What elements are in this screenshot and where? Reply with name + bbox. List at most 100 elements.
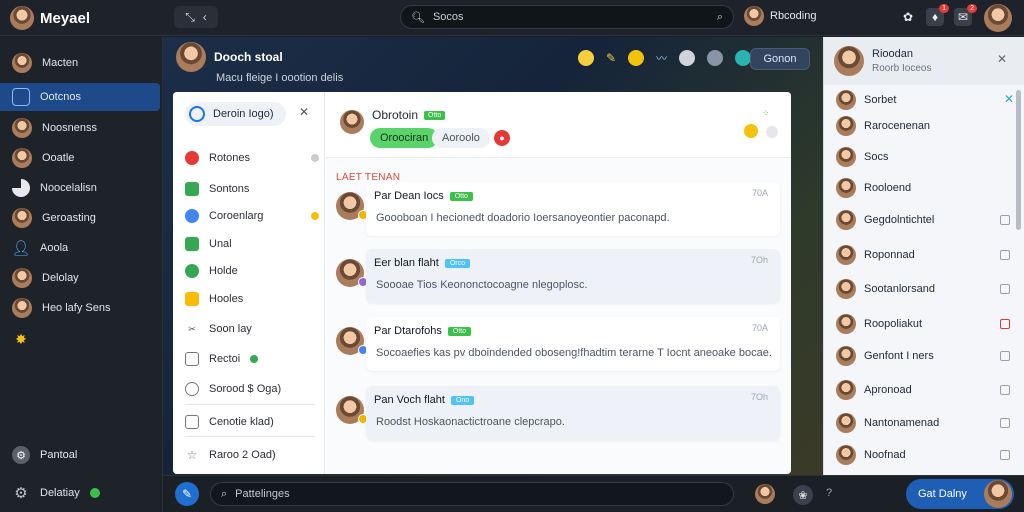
sidebar-item-ooatle[interactable]: Ooatle	[0, 144, 163, 172]
help-icon[interactable]: ?	[826, 487, 832, 499]
pin-icon[interactable]: ✎	[606, 51, 616, 65]
members-panel: Rioodan Roorb Ioceos ✕ Sorbet ✕ Rarocenen…	[823, 37, 1024, 475]
menu-item-holde[interactable]: Holde	[185, 260, 319, 282]
sidebar-item-heo-lafy-sens[interactable]: Heo lafy Sens	[0, 294, 163, 322]
member-row[interactable]: Nantonamenad	[836, 412, 1016, 434]
message-item[interactable]: Pan Voch flaht Ono 7Oh Roodst Hoskaonacti…	[336, 386, 782, 440]
member-row[interactable]: Sootanlorsand	[836, 278, 1016, 300]
sidebar-toggle-button[interactable]: ⤡ ‹	[174, 6, 218, 28]
search-submit-icon[interactable]: ⌕	[717, 11, 723, 24]
app-logo[interactable]: Meyael	[10, 6, 90, 30]
member-row[interactable]: Rarocenenan	[836, 115, 1016, 137]
message-item[interactable]: Par Dean Iocs Otto 70A Goooboan I hecione…	[336, 182, 782, 236]
sidebar-item-delatiay[interactable]: ⚙ Delatiay	[0, 479, 163, 507]
member-checkbox[interactable]	[1000, 418, 1010, 428]
attach-button[interactable]: ✎	[175, 482, 199, 506]
channel-title: Dooch stoal	[214, 50, 283, 64]
member-checkbox[interactable]	[1000, 385, 1010, 395]
notification-badge: 1	[939, 4, 949, 13]
member-row[interactable]: Roopoliakut	[836, 313, 1016, 335]
member-checkbox[interactable]	[1000, 284, 1010, 294]
close-icon[interactable]: ✕	[299, 105, 309, 119]
get-button[interactable]: Gat Dalny	[906, 479, 1014, 509]
menu-item-coroenlarg[interactable]: Coroenlarg	[185, 205, 319, 227]
member-checkbox[interactable]	[1000, 450, 1010, 460]
member-checkbox[interactable]	[1000, 250, 1010, 260]
settings-icon[interactable]: ✿	[899, 8, 917, 26]
menu-item-unal[interactable]: Unal	[185, 233, 319, 255]
sidebar-item-noocelalisn[interactable]: Noocelalisn	[0, 174, 163, 202]
app-title: Meyael	[40, 9, 91, 27]
clock-icon[interactable]	[679, 50, 696, 66]
sidebar-item-pantoal[interactable]: ⚙ Pantoal	[0, 441, 163, 469]
sidebar-item-geroasting[interactable]: Geroasting	[0, 204, 163, 232]
composer-avatar[interactable]	[755, 484, 775, 504]
message-item[interactable]: Eer blan flaht Orco 7Oh Soooae Tios Keono…	[336, 249, 782, 303]
wave-icon[interactable]: 〰	[656, 50, 667, 66]
user-name: Rbcoding	[770, 10, 817, 22]
menu-item-rotones[interactable]: Rotones	[185, 147, 319, 169]
gen-button[interactable]: Gonon	[750, 48, 810, 70]
menu-item-cenotie[interactable]: Cenotie klad)	[185, 411, 319, 433]
menu-item-rectoi[interactable]: Rectoi	[185, 348, 319, 370]
active-pill[interactable]: Oroociran	[370, 128, 439, 148]
panel-avatar[interactable]	[834, 46, 864, 76]
user-menu[interactable]: Rbcoding	[744, 6, 816, 26]
messages-icon[interactable]: ✉ 2	[954, 4, 977, 26]
leaf-icon[interactable]	[735, 50, 752, 66]
inactive-pill[interactable]: Aoroolo	[432, 128, 490, 148]
member-row[interactable]: Socs	[836, 146, 1016, 168]
member-row[interactable]: Apronoad	[836, 379, 1016, 401]
member-avatar	[836, 147, 856, 167]
member-row[interactable]: Gegdolntichtel	[836, 209, 1016, 231]
author-name: Par Dtarofohs	[374, 325, 442, 337]
member-row[interactable]: Sorbet ✕	[836, 89, 1016, 111]
close-icon[interactable]: ✕	[1004, 92, 1014, 106]
menu-item-sorood[interactable]: Sorood $ Oga)	[185, 378, 319, 400]
member-avatar	[836, 279, 856, 299]
sidebar-item-macten[interactable]: Macten	[0, 49, 163, 77]
author-name: Eer blan flaht	[374, 257, 439, 269]
member-row[interactable]: Roponnad	[836, 244, 1016, 266]
more-icon[interactable]	[766, 126, 778, 138]
modal-tab[interactable]: Deroin Iogo)	[185, 102, 286, 126]
reaction-icon[interactable]: ❀	[793, 485, 813, 505]
member-checkbox[interactable]	[1000, 319, 1010, 329]
member-avatar	[836, 210, 856, 230]
member-row[interactable]: Noofnad	[836, 444, 1016, 466]
user-icon[interactable]	[707, 50, 724, 66]
menu-item-hooles[interactable]: Hooles	[185, 288, 319, 310]
emoji-icon[interactable]	[578, 50, 594, 66]
menu-item-sontons[interactable]: Sontons	[185, 178, 319, 200]
conversation-avatar[interactable]	[340, 110, 364, 134]
message-input[interactable]: ⌕ Pattelinges	[210, 482, 734, 506]
close-icon[interactable]: ✕	[997, 52, 1007, 66]
member-name: Rarocenenan	[864, 120, 931, 132]
member-row[interactable]: Rooloend	[836, 177, 1016, 199]
divider	[185, 436, 315, 437]
coin-icon[interactable]	[628, 50, 645, 66]
member-name: Gegdolntichtel	[864, 214, 935, 226]
message-item[interactable]: Par Dtarofohs Otto 70A Socoaefies kas pv …	[336, 317, 782, 371]
author-tag: Ono	[450, 395, 475, 405]
member-checkbox[interactable]	[1000, 351, 1010, 361]
emoji-icon[interactable]	[744, 124, 758, 138]
menu-item-raroo[interactable]: ☆ Raroo 2 Oad)	[185, 444, 319, 466]
menu-item-soon-lay[interactable]: ✂ Soon lay	[185, 318, 319, 340]
profile-avatar[interactable]	[984, 4, 1012, 32]
sidebar-item-aoola[interactable]: 👤︎ Aoola	[0, 234, 163, 262]
notifications-icon[interactable]: ♦ 1	[926, 4, 949, 26]
record-icon[interactable]: ●	[494, 130, 510, 146]
sidebar-item-extra[interactable]: ✸	[0, 325, 163, 353]
sidebar-item-noosnenss[interactable]: Noosnenss	[0, 114, 163, 142]
member-checkbox[interactable]	[1000, 215, 1010, 225]
member-row[interactable]: Genfont I ners	[836, 345, 1016, 367]
scrollbar[interactable]	[1016, 90, 1021, 230]
member-name: Rooloend	[864, 182, 912, 194]
search-input[interactable]: 🔍︎ Socos ⌕	[400, 5, 734, 29]
sidebar-item-delolay[interactable]: Delolay	[0, 264, 163, 292]
member-avatar	[836, 178, 856, 198]
channel-avatar[interactable]	[176, 42, 206, 72]
square-icon	[185, 182, 199, 196]
sidebar-item-ootcnos[interactable]: Ootcnos	[0, 83, 160, 111]
